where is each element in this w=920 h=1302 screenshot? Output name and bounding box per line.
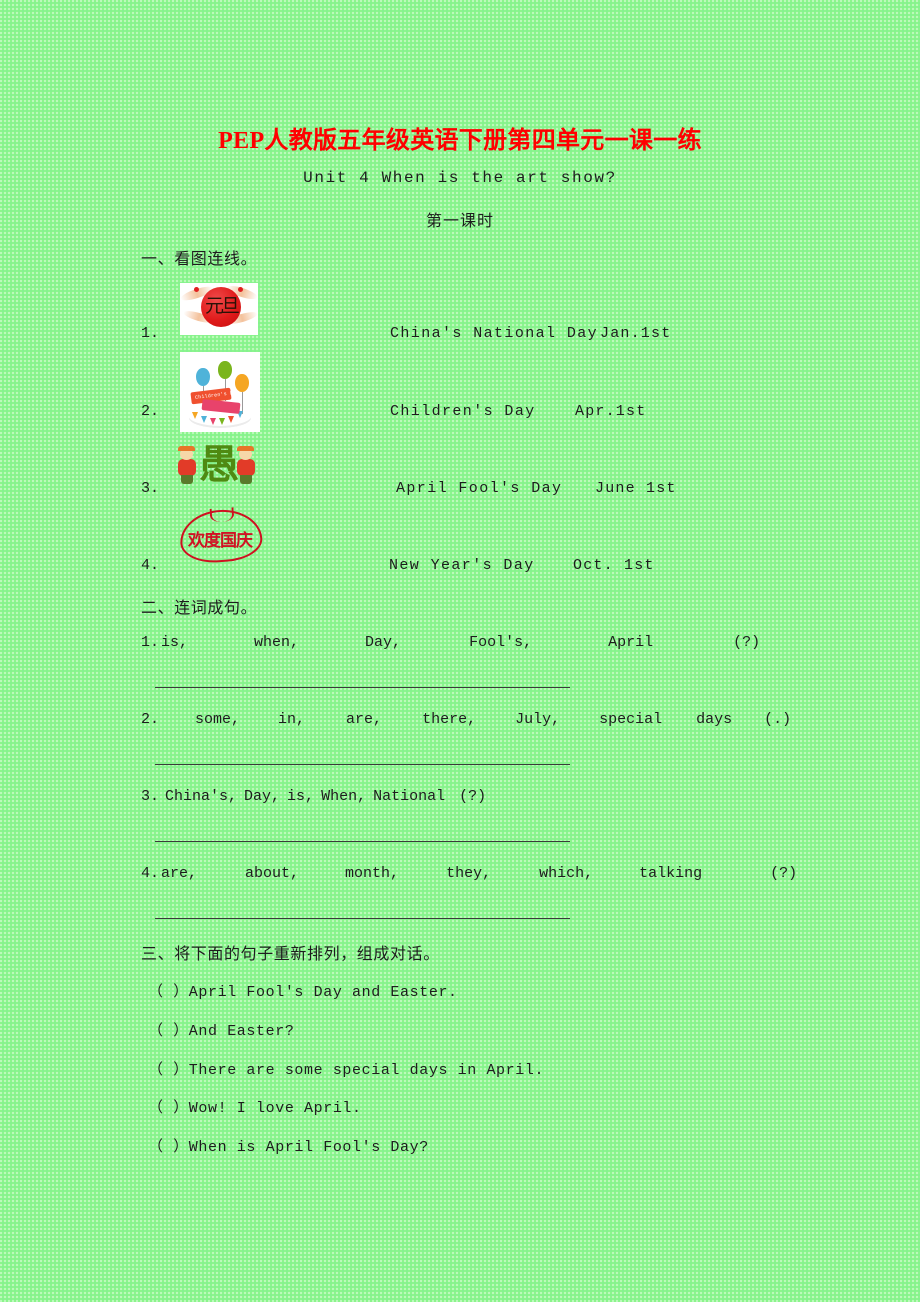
word-order-number: 1. bbox=[141, 634, 160, 651]
word-token: Day, bbox=[244, 788, 281, 805]
word-token: China's, bbox=[165, 788, 238, 805]
match-date[interactable]: Apr.1st bbox=[575, 403, 646, 420]
section-1-heading: 一、看图连线。 bbox=[141, 251, 258, 268]
word-order-number: 2. bbox=[141, 711, 160, 728]
match-date[interactable]: June 1st bbox=[595, 480, 677, 497]
childrens-day-picture: Children's Day bbox=[180, 352, 260, 432]
word-token: some, bbox=[195, 711, 241, 728]
new-year-picture-caption: 元旦 bbox=[204, 296, 240, 317]
match-item-number: 3. bbox=[141, 480, 160, 497]
national-day-picture: 欢度国庆 bbox=[176, 507, 268, 565]
word-token: July, bbox=[515, 711, 561, 728]
match-item-number: 1. bbox=[141, 325, 160, 342]
word-token: special bbox=[599, 711, 663, 728]
word-token: days bbox=[696, 711, 733, 728]
dialogue-line[interactable]: （ ）April Fool's Day and Easter. bbox=[148, 980, 458, 1001]
word-order-item: 4. are, about, month, they, which, talking (?) bbox=[141, 865, 797, 882]
childrens-day-ribbon-text: Children's Day bbox=[194, 389, 240, 401]
page-title: PEP人教版五年级英语下册第四单元一课一练 bbox=[218, 128, 702, 154]
dialogue-line[interactable]: （ ）And Easter? bbox=[148, 1019, 294, 1040]
word-token: (?) bbox=[770, 865, 798, 882]
word-token: April bbox=[608, 634, 654, 651]
word-token: is, bbox=[287, 788, 315, 805]
april-fool-picture: 愚 bbox=[175, 442, 259, 492]
word-token: (?) bbox=[459, 788, 487, 805]
word-token: which, bbox=[539, 865, 594, 882]
word-order-item: 3. China's, Day, is, When, National (?) bbox=[141, 788, 486, 805]
match-term[interactable]: China's National Day bbox=[390, 325, 598, 342]
section-2-heading: 二、连词成句。 bbox=[141, 600, 258, 617]
match-term[interactable]: April Fool's Day bbox=[396, 480, 562, 497]
word-token: when, bbox=[254, 634, 300, 651]
word-token: National bbox=[373, 788, 446, 805]
dialogue-line[interactable]: （ ）When is April Fool's Day? bbox=[148, 1135, 429, 1156]
national-day-picture-caption: 欢度国庆 bbox=[188, 531, 253, 550]
word-token: they, bbox=[446, 865, 492, 882]
word-order-number: 3. bbox=[141, 788, 160, 805]
answer-line[interactable] bbox=[155, 764, 570, 765]
word-order-item: 1. is, when, Day, Fool's, April (?) bbox=[141, 634, 760, 651]
word-order-number: 4. bbox=[141, 865, 160, 882]
match-date[interactable]: Oct. 1st bbox=[573, 557, 655, 574]
match-term[interactable]: Children's Day bbox=[390, 403, 536, 420]
word-token: (?) bbox=[733, 634, 761, 651]
april-fool-picture-caption: 愚 bbox=[199, 442, 239, 487]
match-item-number: 4. bbox=[141, 557, 160, 574]
unit-subtitle: Unit 4 When is the art show? bbox=[303, 169, 617, 187]
word-token: talking bbox=[639, 865, 703, 882]
dialogue-line[interactable]: （ ）Wow! I love April. bbox=[148, 1096, 362, 1117]
word-token: in, bbox=[278, 711, 306, 728]
lesson-subtitle: 第一课时 bbox=[425, 213, 494, 230]
answer-line[interactable] bbox=[155, 841, 570, 842]
word-token: Day, bbox=[365, 634, 402, 651]
word-token: When, bbox=[321, 788, 367, 805]
word-token: there, bbox=[422, 711, 477, 728]
answer-line[interactable] bbox=[155, 687, 570, 688]
word-token: are, bbox=[346, 711, 383, 728]
word-token: are, bbox=[161, 865, 198, 882]
word-token: month, bbox=[345, 865, 400, 882]
match-date[interactable]: Jan.1st bbox=[600, 325, 671, 342]
word-token: (.) bbox=[764, 711, 792, 728]
answer-line[interactable] bbox=[155, 918, 570, 919]
dialogue-line[interactable]: （ ）There are some special days in April. bbox=[148, 1058, 544, 1079]
section-3-heading: 三、将下面的句子重新排列，组成对话。 bbox=[141, 946, 440, 963]
new-year-picture: 元旦 bbox=[180, 283, 258, 335]
match-item-number: 2. bbox=[141, 403, 160, 420]
match-term[interactable]: New Year's Day bbox=[389, 557, 535, 574]
word-token: about, bbox=[245, 865, 300, 882]
word-token: is, bbox=[161, 634, 189, 651]
word-order-item: 2. some, in, are, there, July, special days (.) bbox=[141, 711, 791, 728]
word-token: Fool's, bbox=[469, 634, 533, 651]
worksheet-page: PEP人教版五年级英语下册第四单元一课一练 Unit 4 When is the… bbox=[0, 0, 920, 1302]
